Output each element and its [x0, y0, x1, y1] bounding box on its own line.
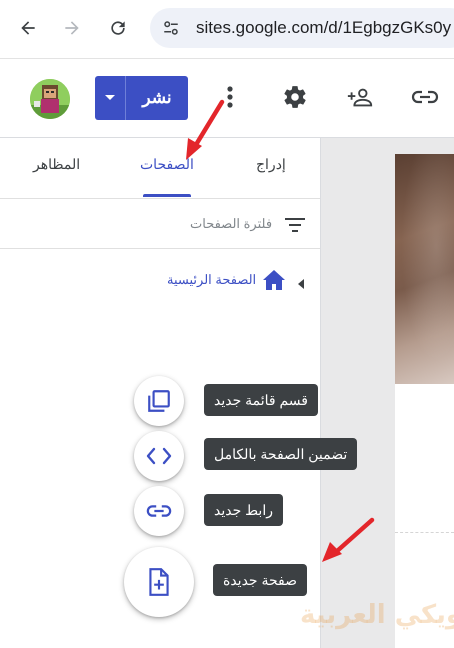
- address-bar[interactable]: sites.google.com/d/1EgbgzGKs0y: [150, 8, 454, 48]
- forward-button[interactable]: [58, 14, 86, 42]
- home-icon: [262, 269, 286, 295]
- copy-stack-icon: [148, 390, 170, 412]
- reload-icon: [111, 21, 125, 35]
- expand-caret-icon[interactable]: [298, 274, 305, 293]
- filter-pages-input[interactable]: فلترة الصفحات: [190, 216, 272, 232]
- back-button[interactable]: [14, 14, 42, 42]
- link-icon: [146, 505, 172, 517]
- page-item-label: الصفحة الرئيسية: [167, 272, 257, 287]
- active-tab-indicator: [143, 194, 191, 197]
- tooltip-new-page: صفحة جديدة: [213, 564, 307, 596]
- tabs-divider: [0, 198, 320, 199]
- url-text[interactable]: sites.google.com/d/1EgbgzGKs0y: [196, 18, 451, 38]
- link-icon: [411, 90, 439, 104]
- tooltip-new-menu-section: قسم قائمة جديد: [204, 384, 318, 416]
- back-arrow-icon: [21, 21, 35, 35]
- hero-image-overlay: [395, 154, 454, 384]
- new-page-fab[interactable]: [124, 547, 194, 617]
- site-canvas: [321, 138, 454, 648]
- copy-link-button[interactable]: [411, 83, 439, 111]
- filter-icon[interactable]: [284, 216, 306, 238]
- new-menu-section-fab[interactable]: [134, 376, 184, 426]
- tooltip-embed-page: تضمين الصفحة بالكامل: [204, 438, 358, 470]
- publish-button-group: نشر: [95, 76, 188, 120]
- browser-toolbar: sites.google.com/d/1EgbgzGKs0y: [0, 0, 454, 58]
- avatar[interactable]: [30, 79, 70, 119]
- tab-insert[interactable]: إدراج: [256, 156, 286, 173]
- add-person-icon: [347, 88, 373, 107]
- new-link-fab[interactable]: [134, 486, 184, 536]
- share-button[interactable]: [346, 83, 374, 111]
- annotation-arrow-icon: [322, 517, 375, 562]
- tooltip-new-link: رابط جديد: [204, 494, 283, 526]
- code-embed-icon: [146, 447, 172, 465]
- filter-divider: [0, 248, 320, 249]
- reload-button[interactable]: [104, 14, 132, 42]
- page-item-home[interactable]: الصفحة الرئيسية: [160, 268, 310, 292]
- settings-button[interactable]: [281, 83, 309, 111]
- section-guide-line: [395, 532, 454, 533]
- publish-options-button[interactable]: [95, 76, 126, 120]
- site-info-icon[interactable]: [162, 19, 180, 41]
- avatar-image: [30, 79, 70, 119]
- settings-gear-icon: [284, 86, 306, 108]
- embed-page-fab[interactable]: [134, 431, 184, 481]
- forward-arrow-icon: [65, 21, 79, 35]
- watermark-logo: ويكي العربية: [300, 600, 454, 630]
- dropdown-arrow-icon: [105, 95, 115, 100]
- tab-themes[interactable]: المظاهر: [33, 156, 80, 173]
- publish-button[interactable]: نشر: [126, 76, 188, 120]
- new-page-icon: [149, 568, 169, 596]
- annotation-arrow-icon: [186, 99, 225, 160]
